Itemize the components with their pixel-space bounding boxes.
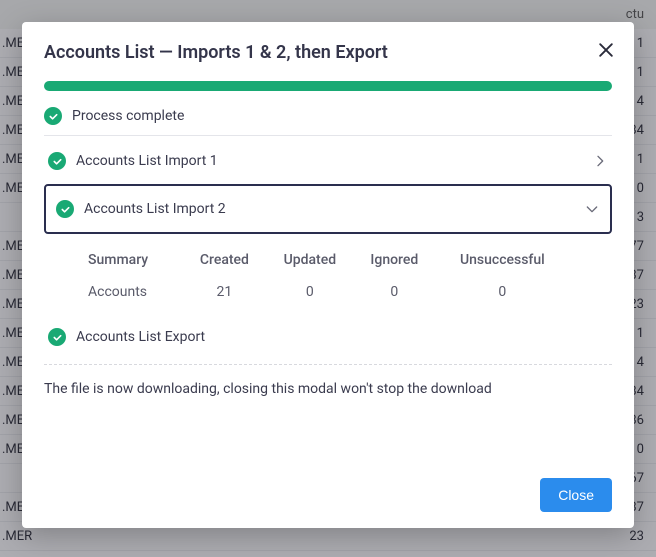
section-import-1[interactable]: Accounts List Import 1 (44, 144, 612, 178)
section-label: Accounts List Import 1 (76, 153, 582, 169)
checkmark-icon (56, 200, 74, 218)
modal-overlay: Accounts List — Imports 1 & 2, then Expo… (0, 0, 656, 557)
checkmark-icon (48, 328, 66, 346)
modal-title: Accounts List — Imports 1 & 2, then Expo… (44, 42, 612, 63)
summary-header: Summary (84, 246, 183, 274)
summary-header: Created (183, 246, 266, 274)
import-2-summary: Summary Created Updated Ignored Unsucces… (44, 234, 612, 316)
checkmark-icon (48, 152, 66, 170)
summary-header: Unsuccessful (435, 246, 570, 274)
summary-cell: 0 (435, 274, 570, 310)
progress-fill (44, 81, 612, 91)
summary-cell: Accounts (84, 274, 183, 310)
section-label: Accounts List Import 2 (84, 201, 574, 217)
section-label: Accounts List Export (76, 329, 608, 345)
summary-cell: 0 (266, 274, 354, 310)
status-text: Process complete (72, 108, 184, 124)
section-import-2[interactable]: Accounts List Import 2 (44, 184, 612, 234)
summary-cell: 21 (183, 274, 266, 310)
divider-dashed (44, 364, 612, 365)
close-button[interactable]: Close (540, 478, 612, 512)
import-export-modal: Accounts List — Imports 1 & 2, then Expo… (22, 22, 634, 528)
summary-cell: 0 (354, 274, 435, 310)
chevron-down-icon (584, 201, 600, 217)
download-note: The file is now downloading, closing thi… (44, 381, 612, 397)
summary-table: Summary Created Updated Ignored Unsucces… (84, 246, 570, 310)
chevron-right-icon (592, 153, 608, 169)
divider (44, 135, 612, 136)
section-export[interactable]: Accounts List Export (44, 320, 612, 354)
progress-bar (44, 81, 612, 91)
summary-header: Ignored (354, 246, 435, 274)
summary-header: Updated (266, 246, 354, 274)
checkmark-icon (44, 107, 62, 125)
close-icon[interactable] (596, 40, 616, 60)
table-row: Accounts 21 0 0 0 (84, 274, 570, 310)
